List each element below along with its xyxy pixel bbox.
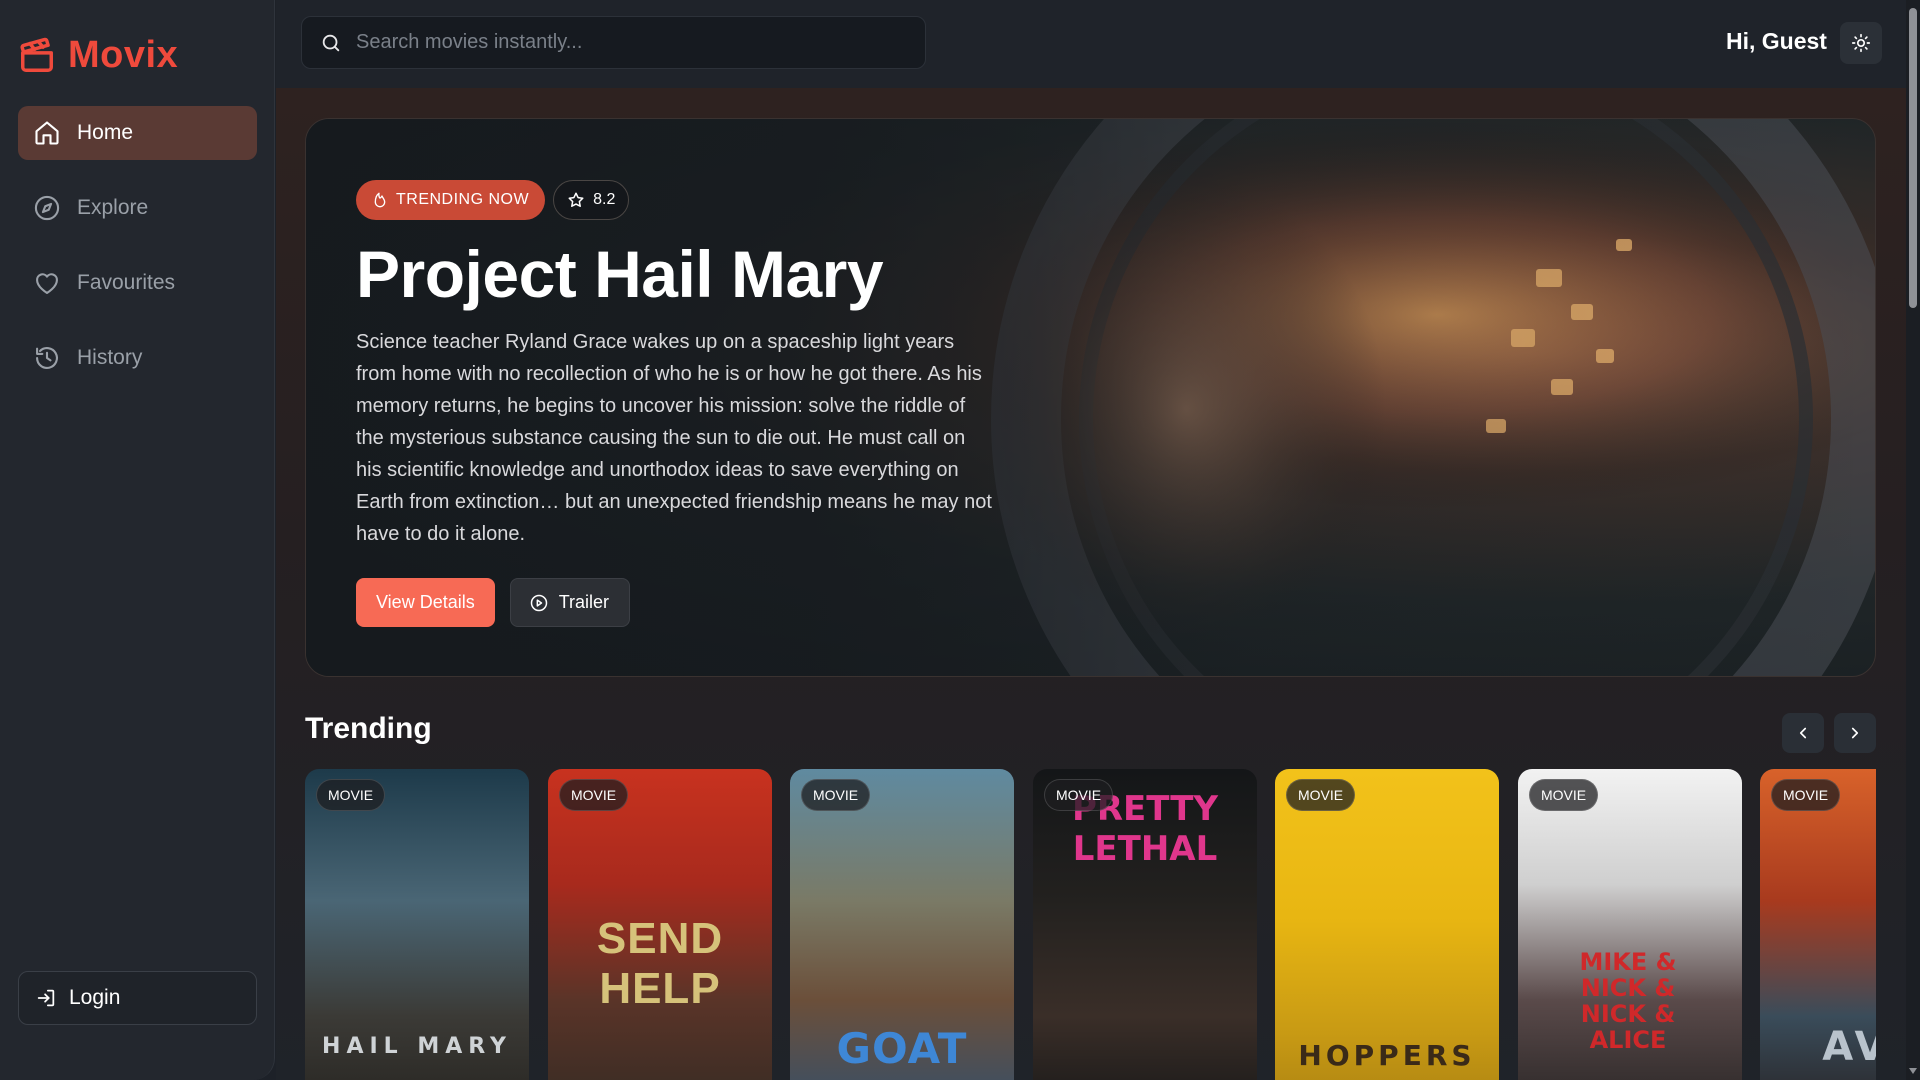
search-input[interactable] <box>356 31 896 54</box>
theme-toggle-button[interactable] <box>1840 22 1882 64</box>
media-type-badge: MOVIE <box>1286 779 1356 811</box>
sidebar-item-label: History <box>77 346 143 369</box>
sidebar-item-history[interactable]: History <box>18 331 257 385</box>
sun-icon <box>1851 33 1871 53</box>
poster-title: HOPPERS <box>1298 1039 1476 1072</box>
rating-value: 8.2 <box>593 191 616 208</box>
view-details-button[interactable]: View Details <box>356 578 495 627</box>
logo[interactable]: Movix <box>18 34 178 77</box>
carousel-next-button[interactable] <box>1834 713 1876 753</box>
sidebar-nav: Home Explore Favourites History <box>18 106 257 406</box>
scrollbar-thumb[interactable] <box>1909 8 1917 308</box>
carousel-prev-button[interactable] <box>1782 713 1824 753</box>
media-type-badge: MOVIE <box>559 779 629 811</box>
flame-icon <box>374 192 386 208</box>
trending-badge: TRENDING NOW <box>356 180 546 220</box>
hero-description: Science teacher Ryland Grace wakes up on… <box>356 331 992 545</box>
media-type-badge: MOVIE <box>1044 779 1114 811</box>
sidebar-item-favourites[interactable]: Favourites <box>18 256 257 310</box>
search-bar[interactable] <box>301 16 926 69</box>
sidebar-item-label: Favourites <box>77 271 176 294</box>
sidebar-item-explore[interactable]: Explore <box>18 181 257 235</box>
movie-card[interactable]: AVA MOVIE <box>1760 769 1876 1080</box>
search-icon <box>322 34 340 51</box>
clapperboard-icon <box>20 37 53 72</box>
top-bar: Hi, Guest <box>276 0 1906 88</box>
user-greeting: Hi, Guest <box>1726 28 1827 54</box>
poster-title: MIKE & NICK & NICK & ALICE <box>1579 948 1677 1054</box>
chevron-left-icon <box>1799 727 1807 739</box>
home-icon <box>35 121 59 145</box>
media-type-badge: MOVIE <box>316 779 386 811</box>
history-icon <box>36 347 58 369</box>
media-type-badge: MOVIE <box>801 779 871 811</box>
trending-section-title: Trending <box>305 712 432 745</box>
poster-title: HAIL MARY <box>322 1034 512 1059</box>
trailer-label: Trailer <box>558 592 610 612</box>
hero-badges: TRENDING NOW 8.2 <box>356 180 996 220</box>
login-icon <box>37 989 55 1007</box>
trending-badge-label: TRENDING NOW <box>396 191 530 208</box>
login-button[interactable]: Login <box>18 971 257 1025</box>
movie-card[interactable]: HAIL MARY MOVIE <box>305 769 529 1080</box>
hero-actions: View Details Trailer <box>356 578 996 627</box>
chevron-right-icon <box>1851 727 1859 739</box>
media-type-badge: MOVIE <box>1771 779 1841 811</box>
trailer-button[interactable]: Trailer <box>509 578 631 627</box>
movie-card[interactable]: SEND HELP MOVIE <box>548 769 772 1080</box>
hero-content: TRENDING NOW 8.2 Project Hail Mary Scien… <box>356 180 996 627</box>
poster-title: SEND HELP <box>596 914 724 1013</box>
page-scrollbar[interactable] <box>1906 0 1920 1080</box>
movie-card[interactable]: GOAT MOVIE <box>790 769 1014 1080</box>
hero-banner: TRENDING NOW 8.2 Project Hail Mary Scien… <box>305 118 1876 677</box>
media-type-badge: MOVIE <box>1529 779 1599 811</box>
sidebar-item-home[interactable]: Home <box>18 106 257 160</box>
sidebar: Movix Home Explore Favourites History Lo… <box>0 0 275 1080</box>
play-circle-icon <box>530 594 547 611</box>
rating-badge: 8.2 <box>553 180 630 220</box>
login-label: Login <box>69 986 121 1009</box>
heart-icon <box>36 273 58 294</box>
movie-card[interactable]: HOPPERS MOVIE <box>1275 769 1499 1080</box>
main-content: TRENDING NOW 8.2 Project Hail Mary Scien… <box>276 88 1906 1080</box>
trending-carousel: HAIL MARY MOVIE SEND HELP MOVIE GOAT MOV… <box>305 769 1876 1080</box>
movie-card[interactable]: MIKE & NICK & NICK & ALICE MOVIE <box>1518 769 1742 1080</box>
star-icon <box>568 192 584 207</box>
sidebar-item-label: Home <box>77 121 134 144</box>
scroll-down-arrow[interactable] <box>1909 1068 1917 1074</box>
sidebar-item-label: Explore <box>77 196 149 219</box>
poster-title: AVA <box>1822 1024 1876 1070</box>
movie-card[interactable]: PRETTY LETHAL MOVIE <box>1033 769 1257 1080</box>
compass-icon <box>34 195 60 221</box>
poster-title: GOAT <box>836 1024 968 1073</box>
logo-text: Movix <box>68 34 179 76</box>
hero-title: Project Hail Mary <box>356 237 884 311</box>
